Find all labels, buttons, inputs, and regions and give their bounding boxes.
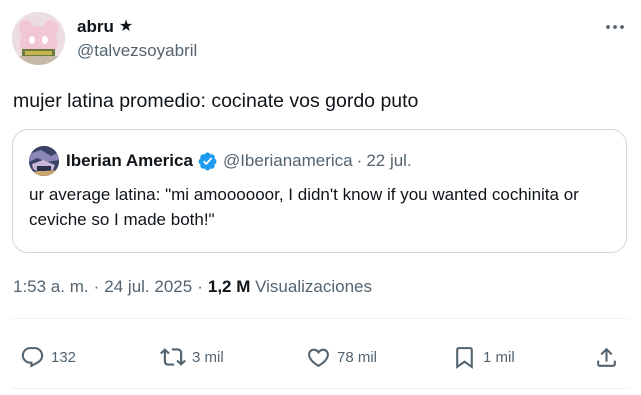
star-icon: ★: [118, 18, 134, 35]
author-handle[interactable]: @talvezsoyabril: [77, 41, 197, 61]
quoted-tweet-card[interactable]: Iberian America @Iberianamerica · 22 jul. …: [12, 129, 627, 253]
bookmark-button[interactable]: 1 mil: [452, 337, 515, 377]
like-button[interactable]: 78 mil: [306, 337, 377, 377]
tweet-text: mujer latina promedio: cocinate vos gord…: [13, 90, 419, 112]
tweet-time[interactable]: 1:53 a. m.: [13, 277, 89, 296]
share-icon: [597, 347, 616, 367]
reply-count: 132: [51, 348, 77, 366]
more-options-button[interactable]: [603, 20, 627, 34]
meta-separator: ·: [356, 151, 363, 170]
quoted-author-avatar[interactable]: [29, 146, 59, 176]
like-count: 78 mil: [337, 348, 378, 366]
views-label: Visualizaciones: [255, 277, 372, 296]
views-count: 1,2 M: [207, 277, 251, 296]
repost-button[interactable]: 3 mil: [160, 337, 224, 377]
bookmark-count: 1 mil: [483, 348, 515, 366]
quoted-tweet-header: Iberian America @Iberianamerica · 22 jul.: [29, 146, 412, 176]
quoted-tweet-meta: @Iberianamerica · 22 jul.: [223, 151, 412, 171]
quoted-author-handle[interactable]: @Iberianamerica: [223, 151, 353, 170]
heart-icon: [308, 348, 329, 367]
divider: [12, 318, 629, 319]
quoted-tweet-text: ur average latina: "mi amoooooor, I didn…: [29, 185, 579, 229]
divider: [12, 388, 629, 389]
meta-separator: ·: [93, 277, 100, 296]
tweet-metadata: 1:53 a. m. · 24 jul. 2025 · 1,2 M Visualizac…: [13, 276, 372, 298]
repost-count: 3 mil: [192, 348, 224, 366]
more-horizontal-icon: [606, 25, 624, 29]
repost-icon: [160, 348, 186, 366]
share-button[interactable]: [594, 337, 619, 377]
tweet-date[interactable]: 24 jul. 2025: [104, 277, 192, 296]
action-bar: 132 3 mil 78 mil 1 mil: [0, 337, 641, 377]
verified-badge-icon: [198, 152, 217, 170]
quoted-author-name[interactable]: Iberian America: [66, 151, 193, 171]
bookmark-icon: [456, 346, 473, 369]
quoted-tweet-date[interactable]: 22 jul.: [366, 151, 411, 170]
reply-button[interactable]: 132: [20, 337, 76, 377]
tweet: abru ★ @talvezsoyabril mujer latina prom…: [0, 0, 641, 395]
reply-icon: [21, 346, 44, 368]
author-avatar[interactable]: [12, 12, 65, 65]
author-display-name: abru: [77, 17, 114, 36]
meta-separator: ·: [197, 277, 203, 296]
author-name[interactable]: abru ★: [77, 17, 133, 37]
